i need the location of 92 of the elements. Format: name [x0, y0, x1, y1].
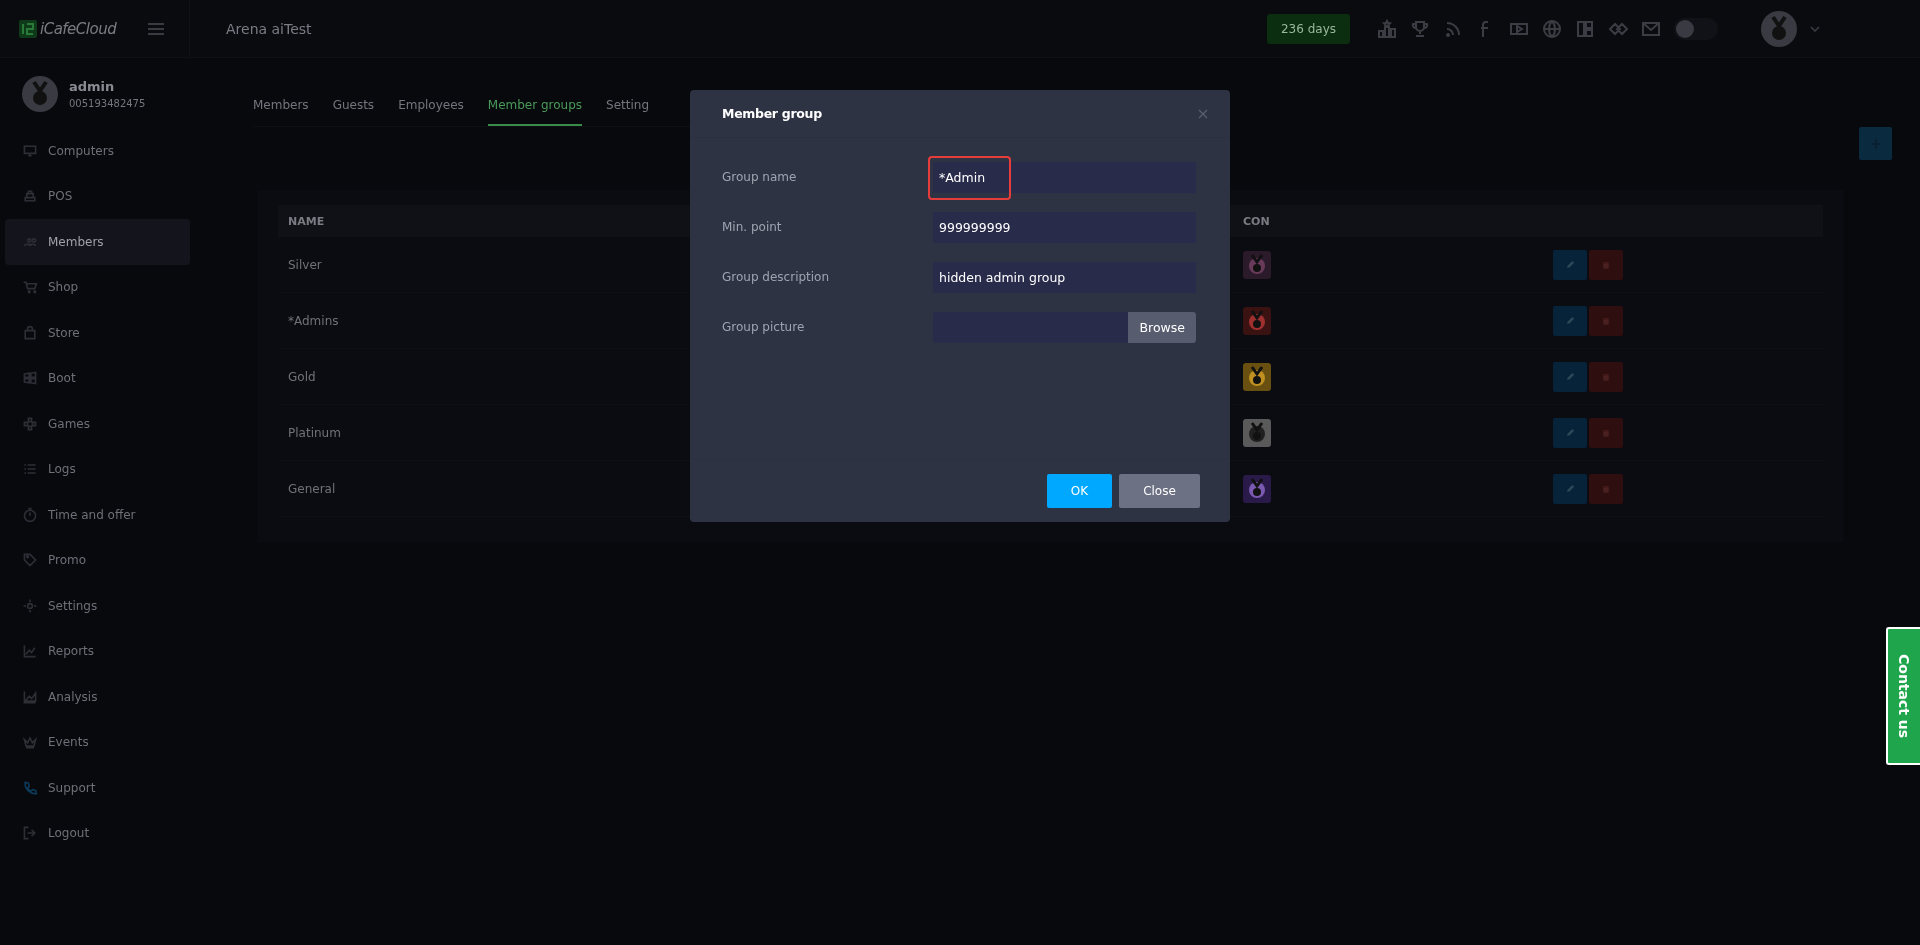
table-cell: Gold	[288, 369, 316, 384]
delete-button[interactable]	[1589, 249, 1623, 280]
sidebar-icon	[22, 279, 38, 296]
contact-us-button[interactable]: Contact us	[1886, 627, 1920, 765]
sidebar-icon	[22, 370, 38, 387]
edit-button[interactable]	[1553, 305, 1587, 336]
sidebar-item[interactable]: POS	[0, 173, 190, 219]
user-name: admin	[69, 79, 116, 94]
sidebar-item[interactable]: Store	[0, 310, 190, 356]
field-label: Min. point	[722, 220, 783, 234]
trash-icon	[1602, 484, 1610, 493]
pencil-icon	[1565, 316, 1575, 325]
input-field[interactable]: *Admin	[933, 161, 1196, 193]
sidebar-icon	[22, 779, 38, 796]
sidebar-item[interactable]: Members	[5, 219, 190, 265]
subscription-days-badge[interactable]: 236 days	[1266, 13, 1350, 44]
column-header: CON	[1243, 214, 1271, 228]
sidebar-item[interactable]: Shop	[0, 264, 190, 310]
sidebar-icon	[22, 142, 38, 159]
caret-icon[interactable]	[1810, 25, 1820, 32]
tab[interactable]: Guests	[332, 86, 375, 126]
tab[interactable]: Setting	[606, 86, 650, 126]
sidebar-item[interactable]: Boot	[0, 355, 190, 401]
field-label: Group picture	[722, 320, 806, 334]
trash-icon	[1602, 428, 1610, 437]
delete-button[interactable]	[1589, 305, 1623, 336]
sidebar-icon	[22, 552, 38, 569]
podium-icon[interactable]	[1377, 18, 1397, 39]
sidebar-item[interactable]: Logs	[0, 446, 190, 492]
sidebar-item[interactable]: Reports	[0, 628, 190, 674]
sidebar-item[interactable]: Promo	[0, 537, 190, 583]
pencil-icon	[1565, 428, 1575, 437]
table-cell: Silver	[288, 257, 322, 272]
ok-button[interactable]: OK	[1047, 474, 1112, 508]
globe-icon[interactable]	[1542, 18, 1562, 39]
table-cell: Platinum	[288, 425, 341, 440]
trash-icon	[1602, 372, 1610, 381]
sidebar-item[interactable]: Time and offer	[0, 492, 190, 538]
trash-icon	[1602, 316, 1610, 325]
sidebar-icon	[22, 825, 38, 842]
sidebar-icon	[22, 688, 38, 705]
input-field[interactable]: 999999999	[933, 211, 1196, 243]
medal-avatar-icon[interactable]	[1761, 10, 1797, 47]
pencil-icon	[1565, 372, 1575, 381]
sidebar-item[interactable]: Logout	[0, 810, 190, 856]
input-field[interactable]: hidden admin group	[933, 261, 1196, 293]
sidebar-item[interactable]: Computers	[0, 128, 190, 174]
sidebar-icon	[22, 734, 38, 751]
sidebar-item[interactable]: Events	[0, 719, 190, 765]
sidebar-icon	[22, 506, 38, 523]
delete-button[interactable]	[1589, 417, 1623, 448]
browse-button[interactable]: Browse	[1128, 311, 1196, 343]
sidebar-icon	[22, 597, 38, 614]
theme-toggle[interactable]	[1674, 17, 1718, 40]
dialog-title: Member group	[722, 106, 822, 121]
user-id: 005193482475	[69, 98, 146, 109]
pencil-icon	[1565, 484, 1575, 493]
logo-icon	[18, 18, 38, 39]
delete-button[interactable]	[1589, 361, 1623, 392]
field-label: Group name	[722, 170, 798, 184]
edit-button[interactable]	[1553, 473, 1587, 504]
trash-icon	[1602, 260, 1610, 269]
tab[interactable]: Employees	[398, 86, 464, 126]
sidebar-icon	[22, 324, 38, 341]
medal-avatar-icon	[22, 76, 58, 112]
logo-text: iCafeCloud	[40, 19, 117, 38]
close-icon[interactable]	[1198, 108, 1208, 119]
sidebar-icon	[22, 188, 38, 205]
field-label: Group description	[722, 270, 831, 284]
table-cell: General	[288, 481, 336, 496]
delete-button[interactable]	[1589, 473, 1623, 504]
file-field[interactable]: Browse	[933, 311, 1196, 343]
sidebar-item[interactable]: Analysis	[0, 674, 190, 720]
sidebar-item[interactable]: Games	[0, 401, 190, 447]
edit-button[interactable]	[1553, 249, 1587, 280]
tab[interactable]: Member groups	[487, 86, 583, 126]
edit-button[interactable]	[1553, 417, 1587, 448]
sidebar-icon	[22, 643, 38, 660]
close-button[interactable]: Close	[1119, 474, 1200, 508]
sidebar-item[interactable]: Settings	[0, 583, 190, 629]
edit-button[interactable]	[1553, 361, 1587, 392]
tab[interactable]: Members	[253, 86, 309, 126]
grid-logo-icon[interactable]	[1575, 18, 1595, 39]
menu-icon[interactable]	[148, 22, 165, 35]
sidebar-icon	[22, 415, 38, 432]
column-header: NAME	[288, 214, 325, 228]
pencil-icon	[1565, 260, 1575, 269]
table-cell: *Admins	[288, 313, 339, 328]
page-title: Arena aiTest	[226, 20, 312, 37]
sidebar-item[interactable]: Support	[0, 765, 190, 811]
add-button[interactable]	[1859, 127, 1892, 160]
trophy-icon[interactable]	[1410, 18, 1430, 39]
